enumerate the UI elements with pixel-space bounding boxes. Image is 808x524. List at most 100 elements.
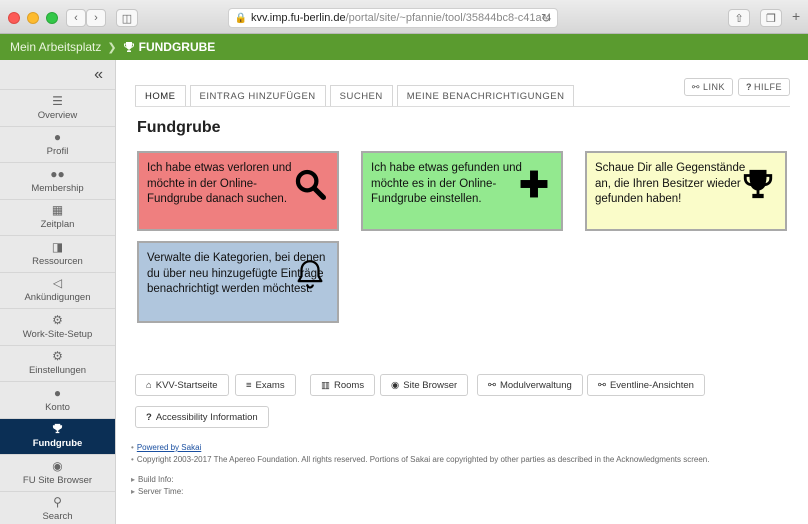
back-button[interactable]: ‹ — [66, 9, 86, 27]
sidebar-item-zeitplan[interactable]: ▦ Zeitplan — [0, 200, 115, 236]
sidebar-item-ankuendigungen[interactable]: ◁ Ankündigungen — [0, 273, 115, 309]
build-info-label[interactable]: Build Info: — [138, 474, 174, 486]
card-text: Ich habe etwas gefunden und möchte es in… — [371, 162, 522, 205]
tab-eintrag-hinzufuegen[interactable]: EINTRAG HINZUFÜGEN — [189, 85, 326, 107]
gear-icon: ⚙ — [52, 349, 63, 364]
list-icon: ☰ — [52, 93, 63, 108]
sidebar-item-label: Work-Site-Setup — [22, 328, 93, 340]
trophy-icon — [52, 423, 63, 436]
expand-arrow-icon[interactable]: ▸ — [131, 474, 135, 486]
link-icon: ⚯ — [488, 379, 496, 391]
found-item-card[interactable]: Ich habe etwas gefunden und möchte es in… — [361, 151, 563, 231]
sidebar-item-label: Ressourcen — [32, 255, 83, 267]
sidebar-item-label: Zeitplan — [40, 219, 75, 231]
link-button[interactable]: ⚯ LINK — [683, 78, 733, 96]
tool-actions: ⚯ LINK ? HILFE — [683, 78, 790, 96]
url-host: kvv.imp.fu-berlin.de — [251, 12, 346, 24]
rooms-button[interactable]: ▥ Rooms — [310, 374, 376, 396]
tab-home[interactable]: HOME — [135, 85, 186, 107]
share-icon[interactable]: ⇧ — [728, 9, 750, 27]
bell-icon — [297, 260, 323, 289]
site-browser-button[interactable]: ◉ Site Browser — [380, 374, 469, 396]
sidebar-item-profil[interactable]: ● Profil — [0, 127, 115, 163]
plus-icon — [520, 170, 548, 198]
kvv-startseite-button[interactable]: ⌂ KVV-Startseite — [135, 374, 229, 396]
sidebar-item-label: Profil — [46, 146, 69, 158]
globe-icon: ◉ — [391, 379, 400, 391]
button-label: Eventline-Ansichten — [609, 379, 694, 391]
sidebar-item-work-site-setup[interactable]: ⚙ Work-Site-Setup — [0, 309, 115, 346]
collapse-icon: « — [94, 65, 103, 83]
collapse-sidebar-button[interactable]: « — [0, 60, 115, 90]
bullet-icon: • — [131, 455, 134, 464]
expand-arrow-icon[interactable]: ▸ — [131, 486, 135, 498]
sidebar-item-fu-site-browser[interactable]: ◉ FU Site Browser — [0, 455, 115, 492]
address-bar[interactable]: 🔒 kvv.imp.fu-berlin.de /portal/site/~pfa… — [228, 8, 558, 28]
tab-suchen[interactable]: SUCHEN — [329, 85, 393, 107]
button-label: KVV-Startseite — [155, 379, 218, 391]
server-time-label[interactable]: Server Time: — [138, 486, 183, 498]
sidebar-item-fundgrube[interactable]: Fundgrube — [0, 418, 115, 455]
returned-items-card[interactable]: Schaue Dir alle Gegenstände an, die Ihre… — [585, 151, 787, 231]
notifications-card[interactable]: Verwalte die Kategorien, bei denen du üb… — [137, 241, 339, 323]
sidebar-item-label: FU Site Browser — [22, 474, 93, 486]
sidebar-item-membership[interactable]: ●● Membership — [0, 163, 115, 200]
reload-icon[interactable]: ↻ — [541, 11, 551, 25]
url-path: /portal/site/~pfannie/tool/35844bc8-c41a… — [345, 12, 552, 24]
card-text: Ich habe etwas verloren und möchte in de… — [147, 162, 292, 205]
sidebar-item-label: Search — [42, 511, 73, 523]
powered-by-sakai-link[interactable]: Powered by Sakai — [137, 442, 201, 454]
accessibility-information-button[interactable]: ? Accessibility Information — [135, 406, 269, 428]
sidebar-item-label: Fundgrube — [32, 438, 83, 450]
close-window-button[interactable] — [8, 12, 20, 24]
help-button[interactable]: ? HILFE — [737, 78, 790, 96]
sidebar-item-label: Einstellungen — [28, 365, 87, 377]
new-tab-icon[interactable]: + — [792, 8, 800, 24]
question-icon: ? — [146, 411, 152, 423]
modulverwaltung-button[interactable]: ⚯ Modulverwaltung — [477, 374, 583, 396]
trophy-icon — [743, 169, 773, 199]
tab-meine-benachrichtigungen[interactable]: MEINE BENACHRICHTIGUNGEN — [396, 85, 575, 107]
site-title-label: FUNDGRUBE — [138, 40, 216, 54]
current-site-title[interactable]: FUNDGRUBE — [123, 40, 216, 54]
sidebar-item-ressourcen[interactable]: ◨ Ressourcen — [0, 236, 115, 273]
sidebar-item-search[interactable]: ⚲ Search — [0, 492, 115, 524]
link-icon: ⚯ — [691, 81, 700, 92]
question-icon: ? — [745, 82, 752, 92]
exams-button[interactable]: ≡ Exams — [235, 374, 296, 396]
main-content: HOME EINTRAG HINZUFÜGEN SUCHEN MEINE BEN… — [117, 60, 808, 524]
button-label: Exams — [255, 379, 285, 391]
eventline-ansichten-button[interactable]: ⚯ Eventline-Ansichten — [587, 374, 705, 396]
sidebar-item-konto[interactable]: ● Konto — [0, 382, 115, 419]
button-label: Accessibility Information — [155, 411, 258, 423]
user-icon: ● — [53, 130, 62, 145]
sidebar-toggle-button[interactable]: ◫ — [116, 9, 138, 27]
globe-icon: ◉ — [52, 458, 63, 473]
site-header: Mein Arbeitsplatz ❯ FUNDGRUBE — [0, 34, 808, 60]
my-workspace-link[interactable]: Mein Arbeitsplatz — [10, 40, 101, 54]
sidebar-item-label: Konto — [45, 401, 70, 413]
tabs-overview-icon[interactable]: ❐ — [760, 9, 782, 27]
link-label: LINK — [702, 82, 725, 92]
sidebar-item-label: Ankündigungen — [24, 292, 91, 304]
home-icon: ⌂ — [146, 379, 152, 391]
lost-item-card[interactable]: Ich habe etwas verloren und möchte in de… — [137, 151, 339, 231]
users-icon: ●● — [50, 166, 65, 181]
zoom-window-button[interactable] — [46, 12, 58, 24]
search-icon: ⚲ — [53, 495, 62, 510]
button-label: Modulverwaltung — [499, 379, 572, 391]
sidebar-item-overview[interactable]: ☰ Overview — [0, 90, 115, 127]
bullhorn-icon: ◁ — [52, 276, 63, 291]
minimize-window-button[interactable] — [27, 12, 39, 24]
breadcrumb-separator-icon: ❯ — [107, 41, 117, 54]
card-text: Schaue Dir alle Gegenstände an, die Ihre… — [595, 162, 746, 205]
sidebar-item-einstellungen[interactable]: ⚙ Einstellungen — [0, 346, 115, 382]
tool-tabs: HOME EINTRAG HINZUFÜGEN SUCHEN MEINE BEN… — [135, 85, 578, 107]
folder-icon: ◨ — [51, 239, 64, 254]
search-icon — [295, 169, 327, 201]
user-icon: ● — [53, 385, 62, 400]
page-title: Fundgrube — [137, 119, 221, 136]
forward-button[interactable]: › — [86, 9, 106, 27]
button-label: Rooms — [333, 379, 365, 391]
list-icon: ≡ — [246, 379, 252, 391]
